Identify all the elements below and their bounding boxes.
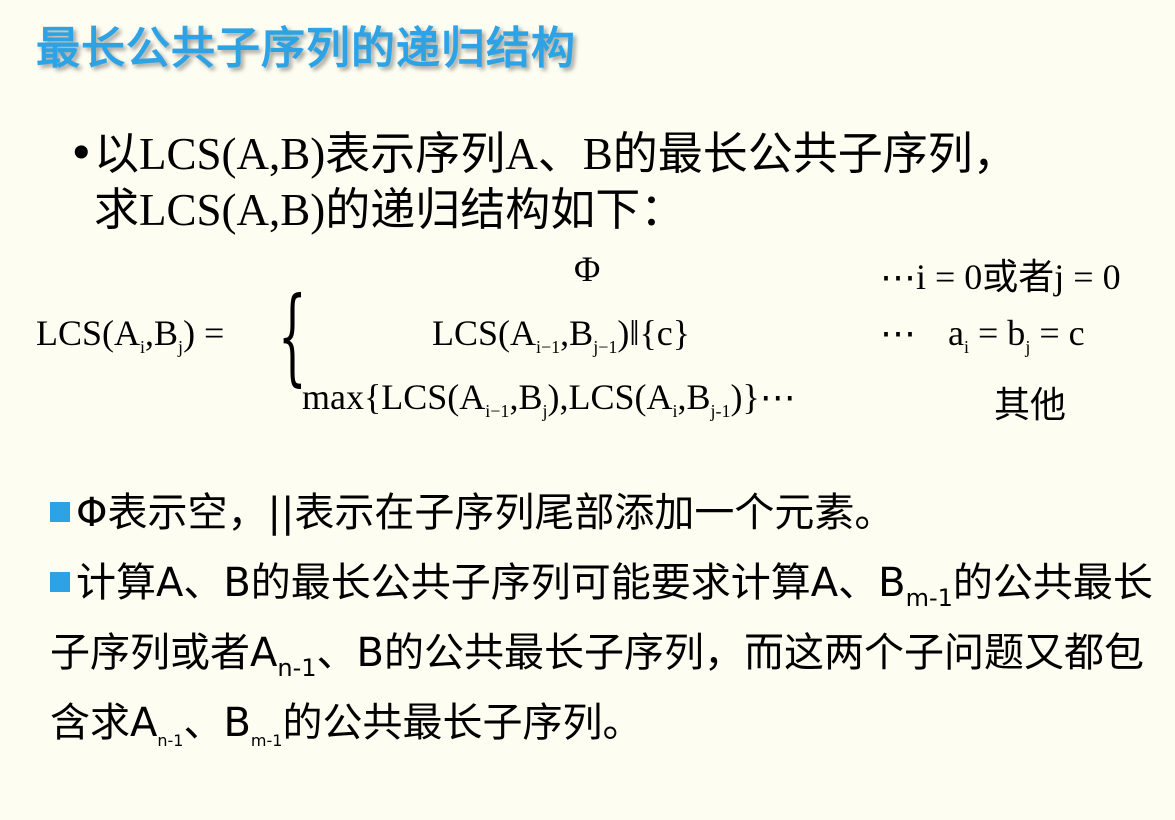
lhs-text: LCS(A [36,313,141,353]
case2-dots: ⋯ [880,313,916,353]
note-2-sub-n2: n-1 [157,731,184,750]
note-2-e: 的公共最长子序列。 [282,700,643,746]
case3-d: ,B [677,377,711,417]
case2-b: ,B [560,313,594,353]
case2-c: )‖{c} [617,313,690,353]
case3-e: )}⋯ [730,377,796,417]
note-2-d: 、B [183,700,251,746]
case2-cond-b: = b [969,313,1026,353]
square-bullet-icon [50,572,70,592]
case2-expr: LCS(Ai−1,Bj−1)‖{c} [432,312,690,358]
note-1-text: Φ表示空，||表示在子序列尾部添加一个元素。 [76,490,895,536]
square-bullet-icon [50,502,70,522]
case2-sub-b: j−1 [593,337,618,357]
case2-a: LCS(A [432,313,537,353]
case3-c: ),LCS(A [547,377,673,417]
case3-expr: max{LCS(Ai−1,Bj),LCS(Ai,Bj-1)}⋯ [302,376,796,422]
lhs-end: ) = [183,313,225,353]
case1-expr: Φ [574,249,601,289]
case2-cond-a: a [948,313,964,353]
intro-line-1: 以LCS(A,B)表示序列A、B的最长公共子序列， [94,129,1018,179]
slide-title: 最长公共子序列的递归结构 [36,23,576,74]
case2-cond-c: = c [1030,313,1085,353]
case1-cond: ⋯i = 0或者j = 0 [880,257,1121,297]
intro-bullet: • 以LCS(A,B)表示序列A、B的最长公共子序列， 求LCS(A,B)的递归… [68,126,1158,238]
note-2-sub-m: m-1 [905,584,953,612]
bullet-dot: • [68,127,95,180]
note-2-sub-m2: m-1 [250,731,283,750]
case3-cond: 其他 [994,385,1067,425]
case2-cond: ai = bj = c [948,312,1085,358]
intro-line-2: 求LCS(A,B)的递归结构如下： [94,185,686,235]
case2-sub-a: i−1 [536,337,561,357]
case3-b: ,B [509,377,543,417]
note-2-a: 计算A、B的最长公共子序列可能要求计算A、B [76,560,906,606]
note-1: Φ表示空，||表示在子序列尾部添加一个元素。 [50,486,1160,541]
case3-sub1: i−1 [485,401,510,421]
slide: 最长公共子序列的递归结构 • 以LCS(A,B)表示序列A、B的最长公共子序列，… [0,0,1175,820]
formula-lhs: LCS(Ai,Bj) = [36,312,224,358]
lcs-formula: LCS(Ai,Bj) = { Φ ⋯i = 0或者j = 0 LCS(Ai−1,… [0,238,1175,438]
case3-sub4: j-1 [710,401,731,421]
note-2: 计算A、B的最长公共子序列可能要求计算A、Bm-1的公共最长子序列或者An-1、… [50,556,1160,768]
note-2-sub-n: n-1 [277,654,317,682]
lhs-comma: ,B [145,313,179,353]
case3-a: max{LCS(A [302,377,486,417]
